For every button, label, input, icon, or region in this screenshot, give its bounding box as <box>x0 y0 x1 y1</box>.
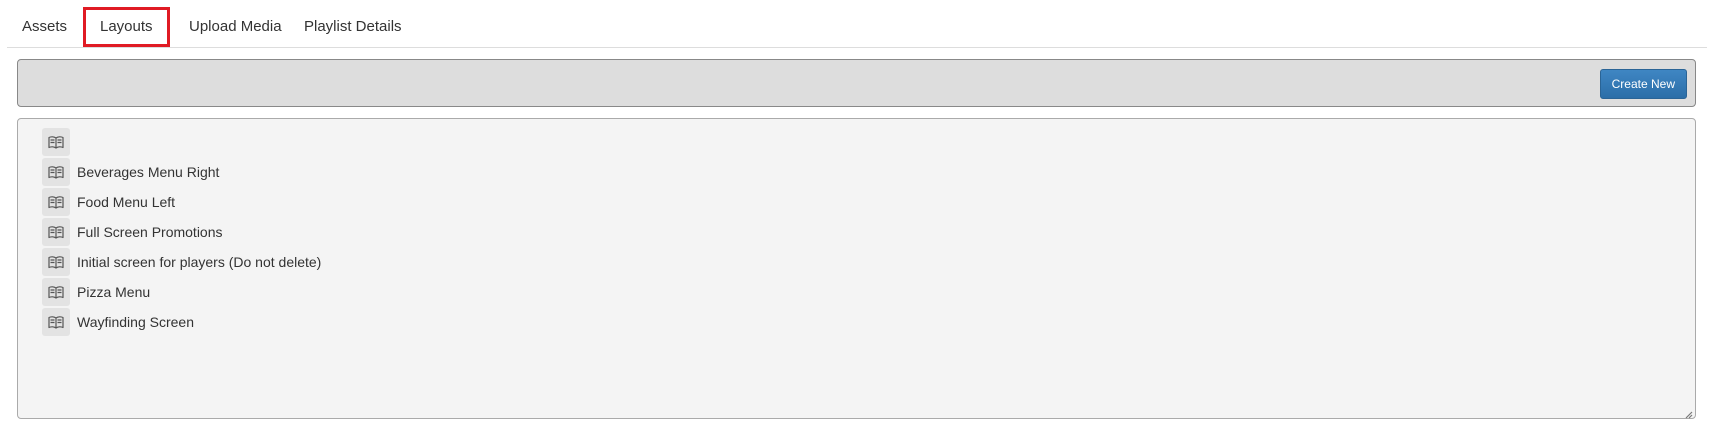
list-item-label: Food Menu Left <box>77 194 176 210</box>
list-item-label: Pizza Menu <box>77 284 151 300</box>
tab-bar: Assets Layouts Upload Media Playlist Det… <box>7 7 1707 48</box>
book-icon <box>42 218 70 246</box>
list-item-label: Wayfinding Screen <box>77 314 194 330</box>
create-new-button[interactable]: Create New <box>1599 69 1687 99</box>
tab-upload-media[interactable]: Upload Media <box>189 7 282 47</box>
book-icon <box>42 158 70 186</box>
tab-layouts[interactable]: Layouts <box>83 7 170 47</box>
tab-playlist-details[interactable]: Playlist Details <box>304 7 402 47</box>
book-icon <box>42 248 70 276</box>
list-item[interactable]: Beverages Menu Right <box>42 158 219 186</box>
toolbar: Create New <box>17 59 1696 107</box>
resize-handle-icon[interactable] <box>1683 406 1693 419</box>
layouts-list[interactable]: Beverages Menu Right Food Menu Left Full… <box>17 118 1696 419</box>
list-item[interactable]: Wayfinding Screen <box>42 308 194 336</box>
list-item[interactable]: Food Menu Left <box>42 188 175 216</box>
list-item-label: Initial screen for players (Do not delet… <box>77 254 322 270</box>
list-item-label: Full Screen Promotions <box>77 224 223 240</box>
list-item-label: Beverages Menu Right <box>77 164 220 180</box>
book-icon <box>42 188 70 216</box>
list-item[interactable]: Full Screen Promotions <box>42 218 223 246</box>
list-item[interactable]: Initial screen for players (Do not delet… <box>42 248 321 276</box>
book-icon <box>42 128 70 156</box>
book-icon <box>42 308 70 336</box>
list-item[interactable] <box>42 128 77 156</box>
tab-assets[interactable]: Assets <box>22 7 67 47</box>
list-item[interactable]: Pizza Menu <box>42 278 150 306</box>
book-icon <box>42 278 70 306</box>
